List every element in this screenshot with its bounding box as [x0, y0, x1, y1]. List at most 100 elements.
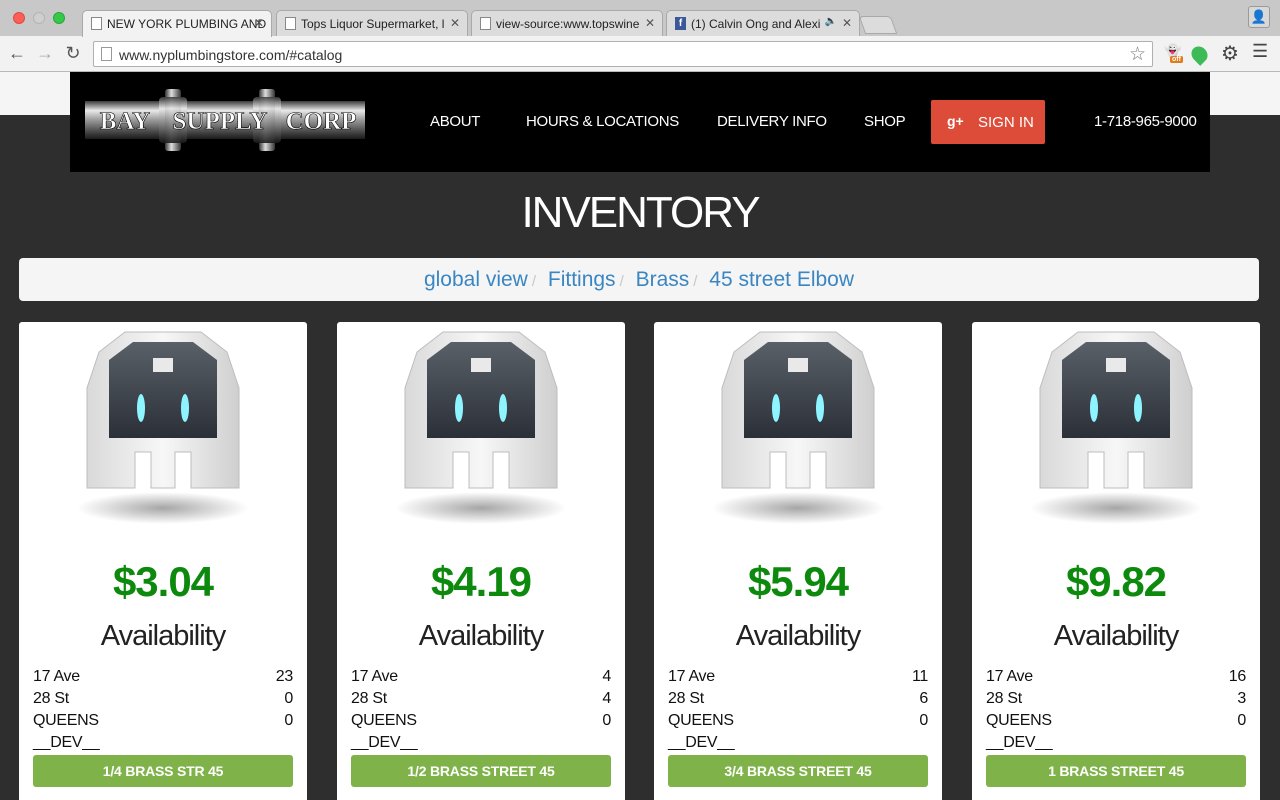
stock-location: QUEENS	[351, 712, 417, 729]
breadcrumb-brass[interactable]: Brass	[636, 268, 690, 291]
stock-location: QUEENS	[986, 712, 1052, 729]
page-icon	[285, 17, 296, 30]
menu-icon[interactable]: ☰	[1252, 41, 1268, 62]
logo-word-bay: BAY	[100, 108, 151, 135]
nav-shop[interactable]: SHOP	[864, 113, 906, 130]
sign-in-label: SIGN IN	[978, 114, 1034, 131]
sign-in-button[interactable]: g+ SIGN IN	[931, 100, 1045, 144]
nav-about[interactable]: ABOUT	[430, 113, 480, 130]
stock-row: 17 Ave 16	[986, 668, 1246, 690]
product-placeholder-image	[1030, 331, 1202, 524]
product-card: $3.04 Availability 17 Ave 23 28 St 0 QUEEN…	[19, 322, 307, 800]
page-icon	[480, 17, 491, 30]
window-maximize-button[interactable]	[53, 12, 65, 24]
tab-title: Tops Liquor Supermarket, l	[301, 17, 445, 31]
stock-quantity: 0	[602, 712, 611, 729]
window-close-button[interactable]	[13, 12, 25, 24]
tab-close-icon[interactable]: ✕	[842, 16, 852, 30]
stock-location: __DEV__	[351, 734, 418, 751]
url-text[interactable]: www.nyplumbingstore.com/#catalog	[119, 47, 342, 63]
tab-title: (1) Calvin Ong and Alexi	[691, 17, 821, 31]
logo-word-corp: CORP	[286, 108, 357, 135]
forward-arrow-icon[interactable]: →	[34, 43, 56, 64]
stock-quantity: 11	[911, 668, 928, 685]
stock-row: 17 Ave 4	[351, 668, 611, 690]
stock-location: __DEV__	[986, 734, 1053, 751]
stock-quantity: 16	[1228, 668, 1247, 685]
page-title: INVENTORY	[521, 188, 760, 237]
tab-title: NEW YORK PLUMBING AND	[107, 17, 267, 31]
product-button[interactable]: 1/2 BRASS STREET 45	[351, 755, 611, 787]
page-icon	[91, 17, 102, 30]
tab-close-icon[interactable]: ✕	[645, 16, 655, 30]
window-minimize-button[interactable]	[33, 12, 45, 24]
product-placeholder-image	[77, 331, 249, 524]
extension-leaf-icon[interactable]	[1188, 43, 1211, 66]
stock-location: 28 St	[33, 690, 69, 707]
stock-row: 17 Ave 23	[33, 668, 293, 690]
breadcrumb-separator: /	[531, 273, 537, 290]
browser-toolbar: ← → ↻ www.nyplumbingstore.com/#catalog ☆…	[0, 36, 1280, 72]
browser-tabstrip: NEW YORK PLUMBING AND ✕ Tops Liquor Supe…	[0, 0, 1280, 37]
bookmark-star-icon[interactable]: ☆	[1129, 43, 1146, 66]
product-price: $3.04	[112, 558, 214, 605]
stock-location: 17 Ave	[33, 668, 80, 685]
site-header: BAY SUPPLY CORP ABOUT HOURS & LOCATIONS …	[70, 72, 1210, 172]
product-button[interactable]: 1/4 BRASS STR 45	[33, 755, 293, 787]
breadcrumb: global view / Fittings / Brass/ 45 street …	[19, 258, 1259, 301]
stock-row: QUEENS 0	[351, 712, 611, 734]
gear-icon[interactable]: ⚙	[1221, 41, 1239, 66]
stock-location: 28 St	[351, 690, 387, 707]
reload-icon[interactable]: ↻	[62, 43, 84, 64]
availability-heading: Availability	[1053, 620, 1179, 652]
google-plus-icon: g+	[947, 113, 964, 129]
stock-location: QUEENS	[33, 712, 99, 729]
back-arrow-icon[interactable]: ←	[6, 43, 28, 64]
page-icon	[101, 47, 112, 61]
stock-location: 28 St	[986, 690, 1022, 707]
stock-row: QUEENS 0	[668, 712, 928, 734]
facebook-icon: f	[675, 17, 686, 30]
stock-location: 17 Ave	[986, 668, 1033, 685]
stock-location: __DEV__	[668, 734, 735, 751]
new-tab-button[interactable]	[858, 16, 898, 34]
stock-row: 28 St 0	[33, 690, 293, 712]
tab-title: view-source:www.topswine	[496, 17, 640, 31]
stock-location: __DEV__	[33, 734, 100, 751]
stock-quantity: 0	[1237, 712, 1246, 729]
extension-ghost-icon[interactable]: 👻 off	[1164, 43, 1184, 65]
nav-delivery-info[interactable]: DELIVERY INFO	[717, 113, 827, 130]
browser-tab[interactable]: Tops Liquor Supermarket, l ✕	[276, 10, 468, 36]
product-button[interactable]: 3/4 BRASS STREET 45	[668, 755, 928, 787]
stock-quantity: 4	[602, 690, 611, 707]
breadcrumb-global-view[interactable]: global view	[424, 268, 528, 291]
breadcrumb-45-street-elbow[interactable]: 45 street Elbow	[709, 268, 854, 291]
phone-number[interactable]: 1-718-965-9000	[1094, 113, 1197, 130]
product-price: $9.82	[1065, 558, 1167, 605]
stock-row: QUEENS 0	[986, 712, 1246, 734]
logo-word-supply: SUPPLY	[173, 108, 268, 135]
product-card: $9.82 Availability 17 Ave 16 28 St 3 QUEEN…	[972, 322, 1260, 800]
product-button[interactable]: 1 BRASS STREET 45	[986, 755, 1246, 787]
tab-close-icon[interactable]: ✕	[450, 16, 460, 30]
availability-heading: Availability	[735, 620, 861, 652]
breadcrumb-fittings[interactable]: Fittings	[548, 268, 616, 291]
product-price: $4.19	[430, 558, 532, 605]
site-logo[interactable]: BAY SUPPLY CORP	[85, 87, 365, 153]
browser-tab[interactable]: NEW YORK PLUMBING AND ✕	[82, 10, 272, 37]
tab-close-icon[interactable]: ✕	[254, 16, 264, 30]
stock-row: 28 St 6	[668, 690, 928, 712]
browser-tab[interactable]: f (1) Calvin Ong and Alexi 🔈 ✕	[666, 10, 860, 36]
stock-location: 17 Ave	[668, 668, 715, 685]
breadcrumb-separator: /	[619, 273, 624, 290]
stock-quantity: 0	[919, 712, 928, 729]
stock-location: QUEENS	[668, 712, 734, 729]
address-bar[interactable]: www.nyplumbingstore.com/#catalog ☆	[93, 41, 1153, 67]
product-placeholder-image	[395, 331, 567, 524]
nav-hours-locations[interactable]: HOURS & LOCATIONS	[526, 113, 679, 130]
stock-row: __DEV__	[668, 734, 928, 756]
speaker-icon: 🔈	[824, 16, 837, 27]
stock-row: __DEV__	[986, 734, 1246, 756]
browser-tab[interactable]: view-source:www.topswine ✕	[471, 10, 663, 36]
profile-icon[interactable]: 👤	[1248, 6, 1270, 28]
